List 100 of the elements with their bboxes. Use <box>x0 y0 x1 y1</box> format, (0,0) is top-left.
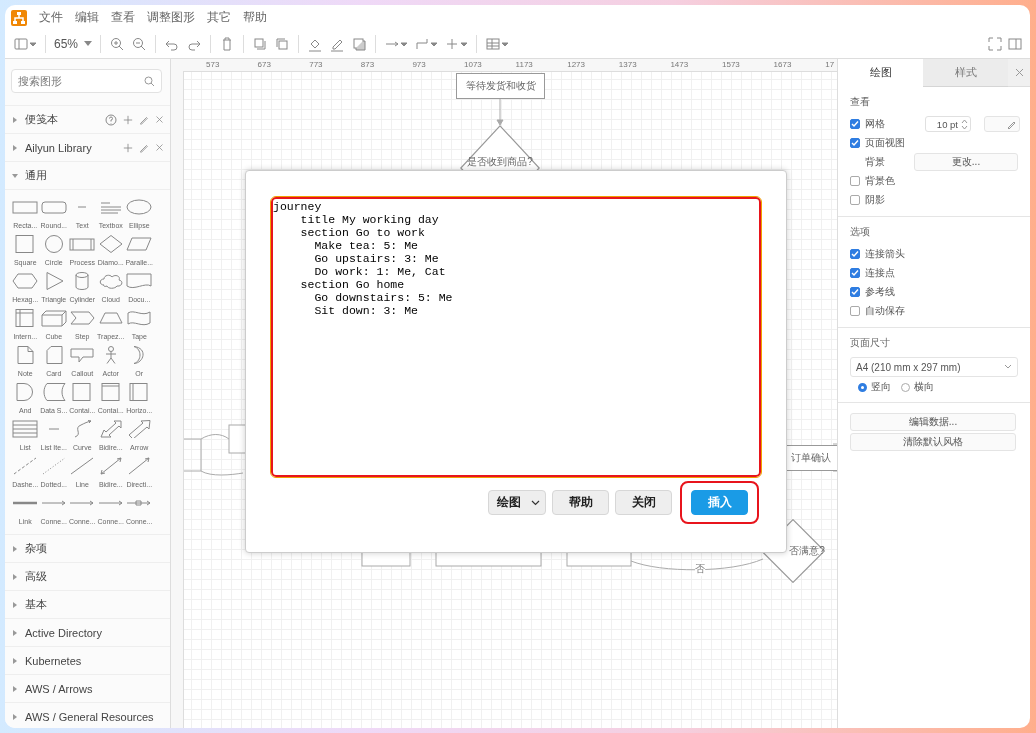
node-label: 是否收到商品? <box>467 155 533 169</box>
dashed-line-icon[interactable] <box>12 457 39 475</box>
hexagon-icon[interactable] <box>12 272 39 290</box>
plus-icon[interactable] <box>123 142 133 153</box>
step-icon[interactable] <box>69 309 96 327</box>
expand-caret-icon[interactable] <box>11 712 19 721</box>
rectangle-icon[interactable] <box>12 198 39 216</box>
dialog-button[interactable]: 帮助 <box>552 490 609 515</box>
orientation-radio[interactable]: 横向 <box>901 380 934 394</box>
sidebar-toggle-icon[interactable] <box>13 36 37 52</box>
library-section-title[interactable]: 杂项 <box>25 541 47 556</box>
menu-item[interactable]: 调整图形 <box>147 9 195 26</box>
page-size-select[interactable]: A4 (210 mm x 297 mm) <box>850 357 1018 377</box>
zoom-in-icon[interactable] <box>109 36 126 52</box>
library-section-title[interactable]: 便笺本 <box>25 112 58 127</box>
option-label: 网格 <box>865 117 886 131</box>
rounded-rectangle-icon[interactable] <box>40 198 67 216</box>
zoom-out-icon[interactable] <box>131 36 148 52</box>
fullscreen-icon[interactable] <box>988 36 1002 52</box>
cube-icon[interactable] <box>40 309 67 327</box>
checkbox[interactable] <box>850 138 860 148</box>
pencil-icon[interactable] <box>139 114 149 125</box>
grid-color-button[interactable] <box>984 116 1020 132</box>
arrow-icon[interactable] <box>126 420 153 438</box>
checkbox[interactable] <box>850 176 860 186</box>
document-icon[interactable] <box>126 272 153 290</box>
double-arrow-icon[interactable] <box>97 420 124 438</box>
ruler-number: 973 <box>412 60 426 70</box>
option-label: 参考线 <box>865 285 896 299</box>
list-icon[interactable] <box>12 420 39 438</box>
diagram-type-select[interactable]: 绘图 <box>488 490 546 515</box>
panel-tab[interactable]: 样式 <box>923 59 1008 87</box>
zoom-select[interactable]: 65% <box>54 37 93 51</box>
line-icon[interactable] <box>69 457 96 475</box>
caret-icon <box>84 41 93 47</box>
library-section-title[interactable]: 通用 <box>25 168 47 183</box>
ellipse-icon[interactable] <box>126 198 153 216</box>
search-field[interactable]: 搜索图形 <box>11 69 162 93</box>
ruler-number: 573 <box>206 60 220 70</box>
table-icon[interactable] <box>485 36 510 52</box>
expand-caret-icon[interactable] <box>11 600 19 609</box>
pencil-icon[interactable] <box>139 142 149 153</box>
menu-item[interactable]: 编辑 <box>75 9 99 26</box>
grid-size-spinner[interactable]: 10 pt <box>925 116 971 132</box>
checkbox[interactable] <box>850 306 860 316</box>
radio-dot[interactable] <box>858 382 867 392</box>
expand-caret-icon[interactable] <box>11 143 19 152</box>
orientation-radio[interactable]: 竖向 <box>858 380 891 394</box>
checkbox[interactable] <box>850 119 860 129</box>
process-icon[interactable] <box>69 235 96 253</box>
arrow-icon[interactable] <box>126 457 153 475</box>
close-icon[interactable] <box>155 115 164 124</box>
to-front-icon[interactable] <box>252 36 269 52</box>
to-back-icon[interactable] <box>274 36 291 52</box>
checkbox[interactable] <box>850 287 860 297</box>
help-icon[interactable] <box>105 113 117 126</box>
close-icon[interactable] <box>155 143 164 152</box>
menu-item[interactable]: 其它 <box>207 9 231 26</box>
plus-icon[interactable] <box>123 114 133 125</box>
panel-button[interactable]: 清除默认风格 <box>850 433 1016 451</box>
menu-item[interactable]: 帮助 <box>243 9 267 26</box>
code-editor[interactable]: journey title My working day section Go to work Make tea: 5: Me Go upstairs: 3: Me Do work: 1: Me, Cat section Go home Go downstairs: 5: Me Sit down: 3: Me <box>271 197 761 477</box>
library-section-title[interactable]: 高级 <box>25 569 47 584</box>
diamond-icon[interactable] <box>97 235 124 253</box>
cloud-icon[interactable] <box>97 272 124 290</box>
library-section-title[interactable]: AWS / General Resources <box>25 710 154 723</box>
expand-caret-icon[interactable] <box>11 628 19 637</box>
callout-icon[interactable] <box>69 346 96 364</box>
menu-item[interactable]: 文件 <box>39 9 63 26</box>
menu-item[interactable]: 查看 <box>111 9 135 26</box>
checkbox[interactable] <box>850 268 860 278</box>
expand-caret-icon[interactable] <box>11 115 19 124</box>
double-arrow-icon[interactable] <box>97 457 124 475</box>
library-section-title[interactable]: AWS / Arrows <box>25 682 93 695</box>
ruler-number: 1073 <box>464 60 482 70</box>
shadow-icon[interactable] <box>351 36 368 52</box>
trapezoid-icon[interactable] <box>97 309 124 327</box>
expand-caret-icon[interactable] <box>11 572 19 581</box>
checkbox[interactable] <box>850 249 860 259</box>
expand-caret-icon[interactable] <box>11 684 19 693</box>
library-section-title[interactable]: Active Directory <box>25 626 103 639</box>
expand-caret-icon[interactable] <box>11 544 19 553</box>
collapse-caret-icon[interactable] <box>11 171 19 180</box>
expand-caret-icon[interactable] <box>11 656 19 665</box>
data-storage-icon[interactable] <box>40 383 67 401</box>
chevron-icon <box>531 499 540 506</box>
dialog-button[interactable]: 关闭 <box>615 490 672 515</box>
library-section-title[interactable]: Ailyun Library <box>25 141 92 154</box>
change-background-button[interactable]: 更改... <box>914 153 1018 171</box>
checkbox[interactable] <box>850 195 860 205</box>
parallelogram-icon[interactable] <box>126 235 153 253</box>
library-section-title[interactable]: 基本 <box>25 597 47 612</box>
radio-dot[interactable] <box>901 382 910 392</box>
tape-icon[interactable] <box>126 309 153 327</box>
library-section-title[interactable]: Kubernetes <box>25 654 82 667</box>
waypoint-icon[interactable] <box>414 36 439 52</box>
panel-button[interactable]: 编辑数据... <box>850 413 1016 431</box>
search-icon <box>144 76 155 87</box>
plus-icon[interactable] <box>444 36 469 52</box>
format-panel-icon[interactable] <box>1008 36 1022 52</box>
